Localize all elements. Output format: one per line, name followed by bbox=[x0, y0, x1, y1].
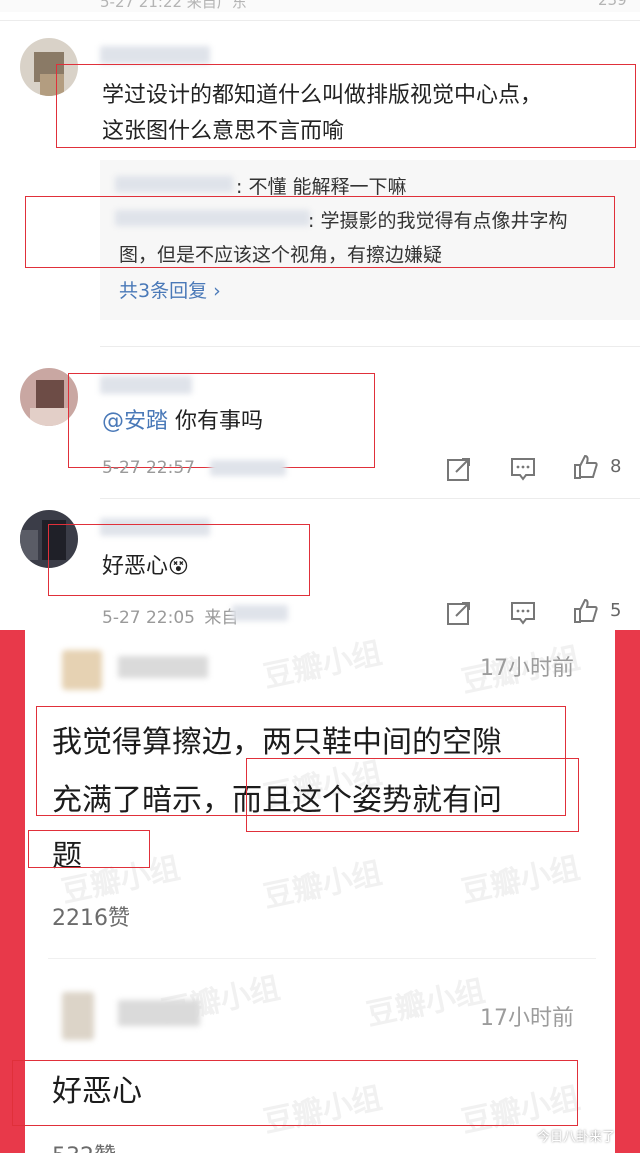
highlight-box bbox=[12, 1060, 578, 1126]
highlight-box bbox=[246, 758, 579, 832]
comment-icon[interactable] bbox=[510, 600, 536, 626]
previous-like-count: 239 bbox=[598, 0, 627, 9]
reply-separator: : bbox=[236, 176, 249, 198]
avatar-blurred[interactable] bbox=[62, 650, 102, 690]
comment-time: 5-27 22:57 bbox=[102, 458, 195, 478]
like-count: 8 bbox=[610, 456, 622, 477]
reply-content: 不懂 能解释一下嘛 bbox=[248, 176, 407, 198]
comment-icon[interactable] bbox=[510, 456, 536, 482]
avatar-blurred[interactable] bbox=[62, 992, 94, 1040]
post-likes: 2216赞 bbox=[52, 906, 130, 931]
highlight-box bbox=[48, 524, 310, 596]
post-time: 17小时前 bbox=[480, 656, 574, 681]
share-icon[interactable] bbox=[446, 456, 472, 482]
like-count: 5 bbox=[610, 600, 622, 621]
highlight-box bbox=[28, 830, 150, 868]
highlight-box bbox=[25, 196, 615, 268]
divider bbox=[100, 346, 640, 347]
divider bbox=[100, 498, 640, 499]
source-blurred bbox=[210, 460, 286, 476]
reply-username-blurred[interactable] bbox=[115, 176, 233, 192]
username-blurred[interactable] bbox=[118, 656, 208, 678]
highlight-box bbox=[56, 64, 636, 148]
more-replies-link[interactable]: 共3条回复 › bbox=[119, 274, 221, 308]
post-likes: 532赞 bbox=[52, 1138, 116, 1153]
divider bbox=[48, 958, 596, 959]
username-blurred[interactable] bbox=[118, 1000, 200, 1026]
share-icon[interactable] bbox=[446, 600, 472, 626]
like-icon[interactable] bbox=[572, 454, 598, 480]
highlight-box bbox=[68, 373, 375, 468]
previous-comment-meta-strip: 5-27 21:22 来自广东 239 bbox=[0, 0, 640, 12]
comment-time-value: 5-27 22:05 bbox=[102, 608, 195, 628]
comment-time: 5-27 22:05 来自 bbox=[102, 603, 238, 628]
like-icon[interactable] bbox=[572, 598, 598, 624]
post-time: 17小时前 bbox=[480, 1006, 574, 1031]
divider bbox=[0, 20, 640, 21]
source-credit: 今日八卦来了 bbox=[537, 1130, 616, 1145]
source-blurred bbox=[232, 605, 288, 621]
username-blurred[interactable] bbox=[100, 46, 210, 64]
previous-comment-meta: 5-27 21:22 来自广东 bbox=[100, 0, 247, 11]
